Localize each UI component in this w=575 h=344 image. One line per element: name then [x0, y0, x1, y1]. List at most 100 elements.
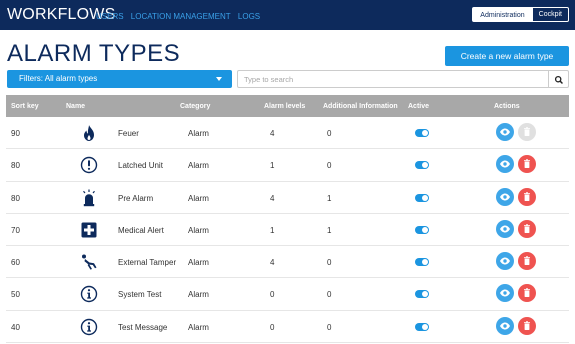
view-button[interactable]: [496, 123, 514, 141]
trash-icon: [524, 321, 530, 330]
name-cell: Latched Unit: [118, 161, 163, 171]
name-cell: System Test: [118, 290, 162, 300]
active-toggle[interactable]: [415, 290, 429, 299]
alarm-levels-cell: 4: [270, 129, 275, 138]
additional-info-cell: 0: [327, 161, 332, 171]
table-header: Sort key Name Category Alarm levels Addi…: [6, 95, 569, 117]
trash-icon: [524, 191, 530, 201]
additional-info-cell: 0: [327, 322, 332, 332]
column-alarm-levels[interactable]: Alarm levels: [264, 103, 305, 110]
additional-info-cell: 1: [327, 193, 332, 203]
nav-link-logs[interactable]: LOGS: [238, 12, 260, 21]
active-toggle[interactable]: [415, 258, 429, 267]
category-cell: Alarm: [188, 193, 209, 203]
trash-icon: [524, 127, 530, 136]
filter-select[interactable]: Filters: All alarm types: [7, 70, 232, 88]
eye-icon: [500, 128, 510, 136]
sort-key-cell: 90: [11, 129, 20, 138]
view-button[interactable]: [496, 187, 514, 206]
trash-icon: [524, 288, 530, 298]
info-circle-icon: [80, 285, 98, 303]
alarm-levels-cell: 0: [270, 290, 275, 300]
category-cell: Alarm: [188, 322, 209, 332]
table-row[interactable]: 50 System Test Alarm 0 0: [6, 278, 569, 311]
table-row[interactable]: 70 Medical Alert Alarm 1 1: [6, 213, 569, 247]
search-button[interactable]: [549, 70, 569, 88]
view-button[interactable]: [496, 155, 514, 174]
alarm-levels-cell: 4: [270, 258, 275, 268]
create-alarm-type-button[interactable]: Create a new alarm type: [445, 46, 569, 66]
eye-icon: [500, 193, 510, 201]
sort-key-cell: 80: [11, 161, 20, 171]
eye-icon: [500, 160, 510, 168]
alarm-levels-cell: 4: [270, 193, 275, 203]
filter-select-value: Filters: All alarm types: [19, 74, 98, 83]
trash-icon: [524, 256, 530, 266]
page-title: ALARM TYPES: [7, 40, 181, 67]
medical-cross-icon: [80, 221, 98, 239]
view-button[interactable]: [496, 316, 514, 335]
mode-switch: Administration Cockpit: [472, 7, 569, 22]
table-row[interactable]: 80 Latched Unit Alarm 1 0: [6, 149, 569, 182]
eye-icon: [500, 322, 510, 330]
column-sort-key[interactable]: Sort key: [11, 103, 39, 110]
eye-icon: [500, 225, 510, 233]
view-button[interactable]: [496, 219, 514, 238]
nav-link-location-management[interactable]: LOCATION MANAGEMENT: [131, 12, 231, 21]
name-cell: External Tamper: [118, 258, 177, 268]
nav-link-users[interactable]: USERS: [96, 12, 124, 21]
exclamation-circle-icon: [80, 156, 98, 174]
table-row[interactable]: 80 Pre Alarm Alarm 4 1: [6, 181, 569, 214]
additional-info-cell: 0: [327, 258, 332, 268]
eye-icon: [500, 289, 510, 297]
active-toggle[interactable]: [415, 225, 429, 234]
delete-button[interactable]: [518, 187, 536, 206]
sort-key-cell: 40: [11, 322, 20, 332]
category-cell: Alarm: [188, 225, 209, 235]
name-cell: Feuer: [118, 129, 139, 138]
delete-button[interactable]: [518, 123, 536, 141]
table-row[interactable]: 40 Test Message Alarm 0 0: [6, 310, 569, 344]
additional-info-cell: 0: [327, 290, 332, 300]
table-row[interactable]: 60 External Tamper Alarm 4 0: [6, 246, 569, 279]
additional-info-cell: 1: [327, 225, 332, 235]
alarm-types-table: Sort key Name Category Alarm levels Addi…: [6, 95, 569, 344]
delete-button[interactable]: [518, 155, 536, 174]
administration-button[interactable]: Administration: [472, 7, 533, 22]
sort-key-cell: 70: [11, 225, 20, 235]
sort-key-cell: 80: [11, 193, 20, 203]
alarm-levels-cell: 1: [270, 161, 275, 171]
active-toggle[interactable]: [415, 161, 429, 170]
falling-person-icon: [80, 253, 98, 271]
view-button[interactable]: [496, 284, 514, 303]
top-navbar: WORKFLOWS USERS LOCATION MANAGEMENT LOGS…: [0, 0, 575, 30]
trash-icon: [524, 224, 530, 233]
column-active[interactable]: Active: [408, 103, 429, 110]
delete-button[interactable]: [518, 219, 536, 238]
alarm-levels-cell: 1: [270, 225, 275, 235]
column-category[interactable]: Category: [180, 103, 210, 110]
alarm-light-icon: [80, 189, 98, 207]
table-row[interactable]: 90 Feuer Alarm 4 0: [6, 117, 569, 150]
category-cell: Alarm: [188, 129, 209, 138]
cockpit-button[interactable]: Cockpit: [532, 7, 569, 22]
delete-button[interactable]: [518, 284, 536, 303]
active-toggle[interactable]: [415, 322, 429, 331]
alarm-levels-cell: 0: [270, 322, 275, 332]
active-toggle[interactable]: [415, 193, 429, 202]
active-toggle[interactable]: [415, 129, 429, 137]
nav-links: USERS LOCATION MANAGEMENT LOGS: [96, 12, 265, 21]
view-button[interactable]: [496, 252, 514, 271]
column-additional-information[interactable]: Additional Information: [323, 103, 398, 110]
delete-button[interactable]: [518, 316, 536, 335]
name-cell: Medical Alert: [118, 225, 164, 235]
name-cell: Test Message: [118, 322, 168, 332]
sort-key-cell: 60: [11, 258, 20, 268]
info-circle-icon: [80, 318, 98, 336]
search-input[interactable]: [237, 70, 549, 88]
trash-icon: [524, 159, 530, 169]
delete-button[interactable]: [518, 252, 536, 271]
column-name[interactable]: Name: [66, 103, 85, 110]
eye-icon: [500, 257, 510, 265]
name-cell: Pre Alarm: [118, 193, 154, 203]
